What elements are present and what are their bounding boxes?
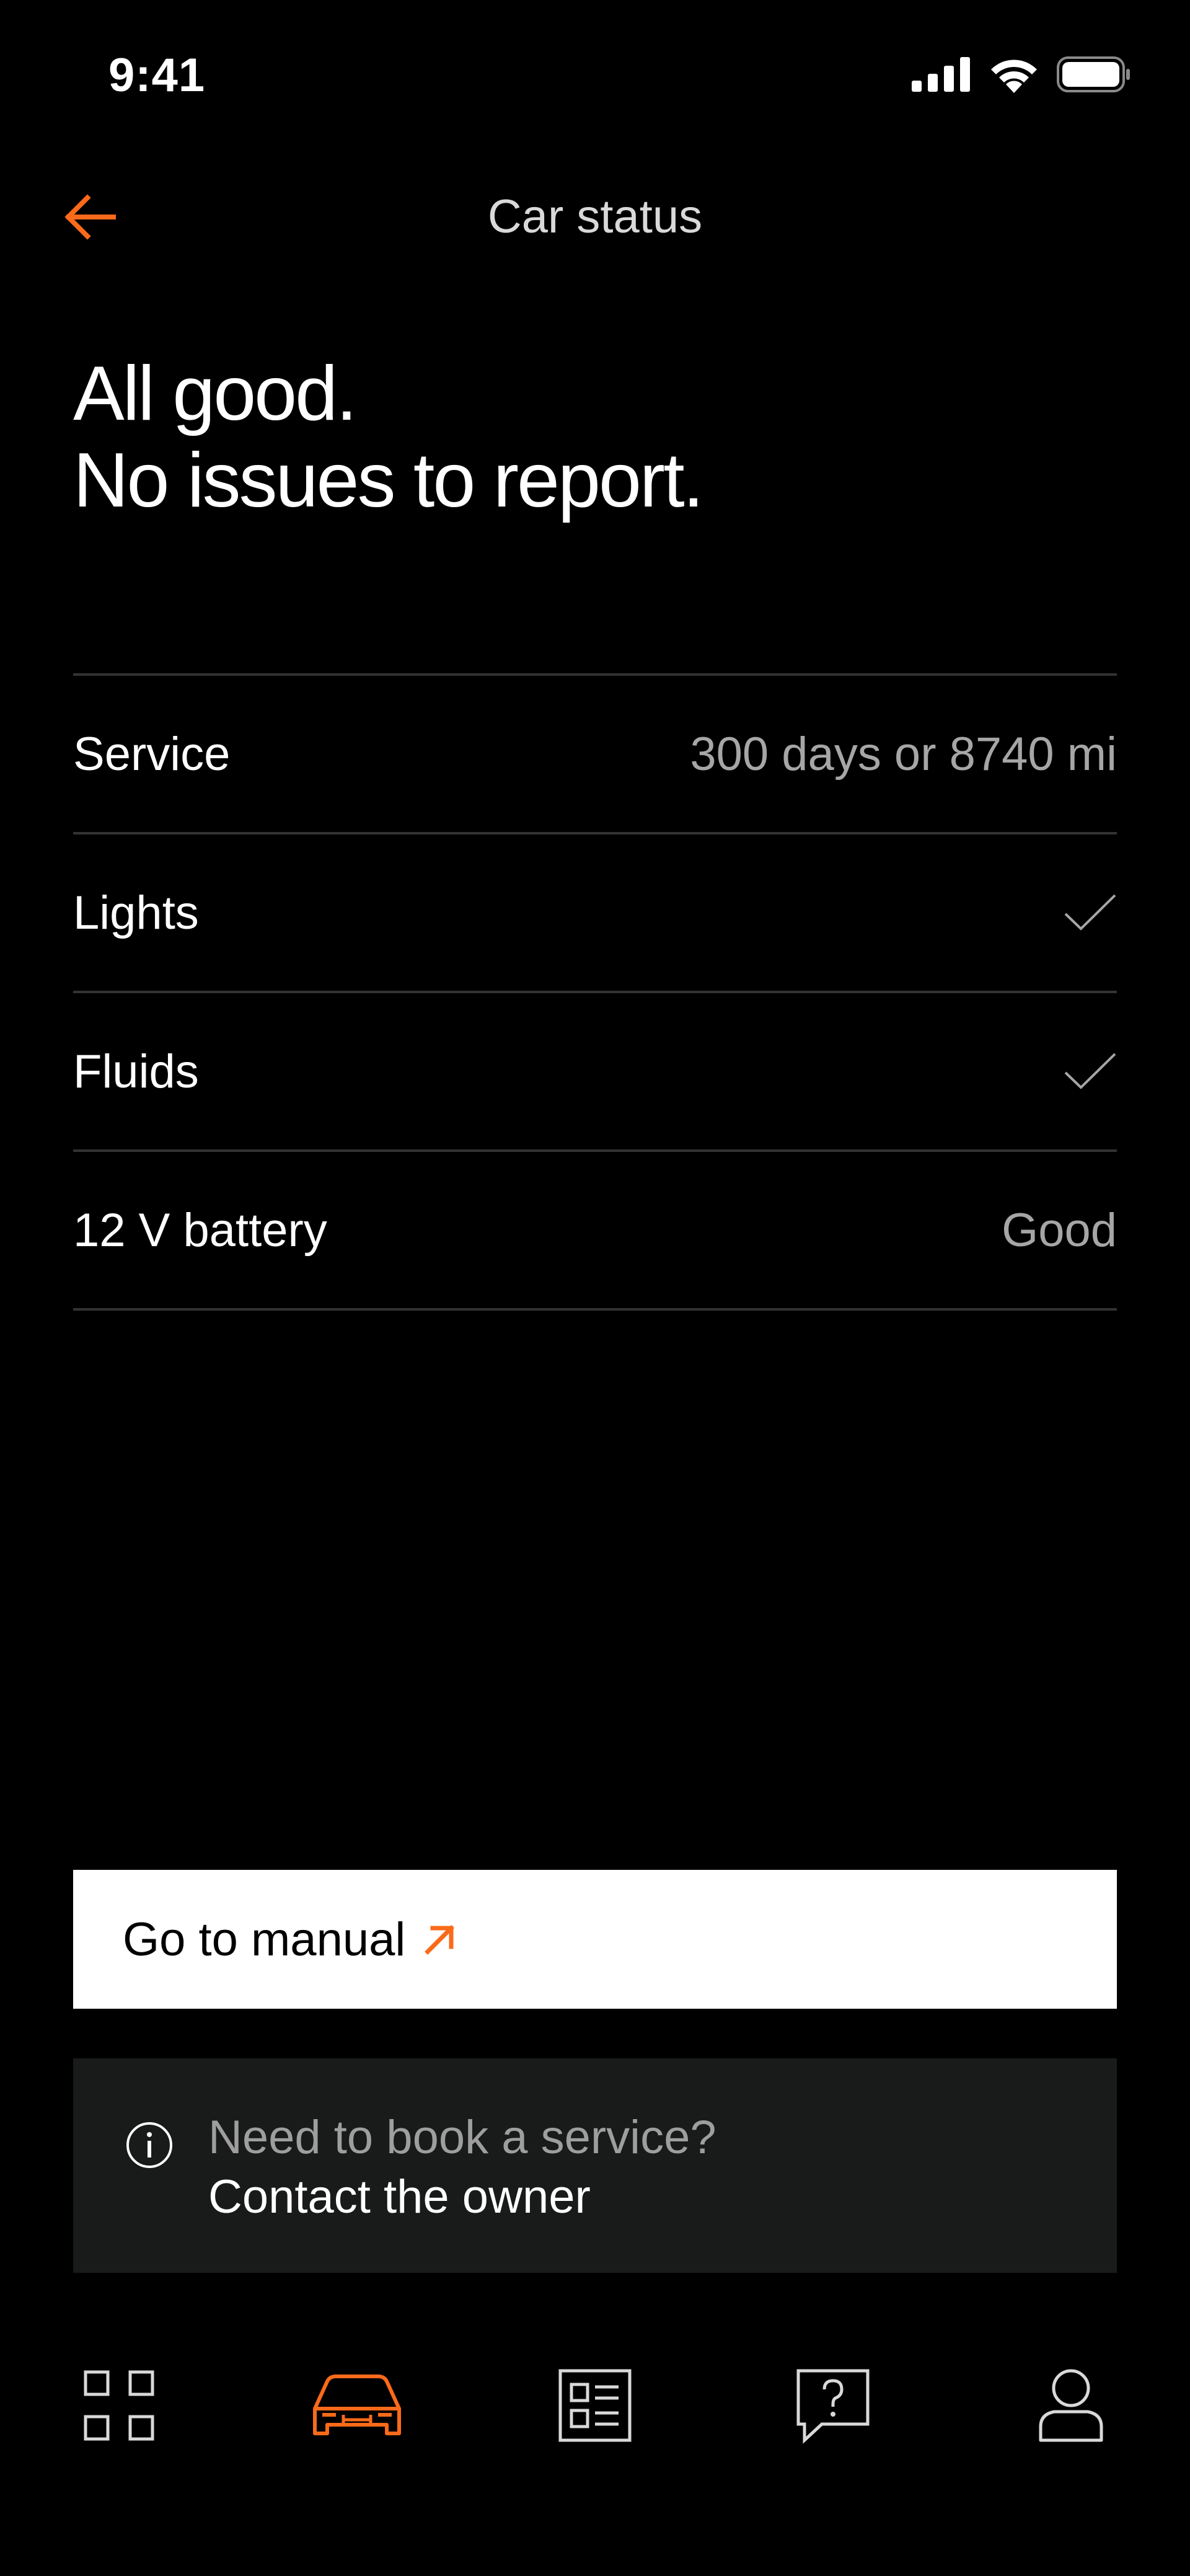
person-icon bbox=[1039, 2369, 1103, 2442]
status-bar: 9:41 bbox=[0, 0, 1190, 149]
status-value: 300 days or 8740 mi bbox=[690, 727, 1117, 781]
status-label: 12 V battery bbox=[73, 1203, 327, 1257]
status-list: Service 300 days or 8740 mi Lights Fluid… bbox=[73, 673, 1117, 1311]
list-icon bbox=[558, 2369, 632, 2442]
headline-line-1: All good. bbox=[73, 351, 358, 436]
cellular-signal-icon bbox=[912, 57, 970, 92]
battery-icon bbox=[1057, 56, 1130, 92]
contact-owner-link[interactable]: Contact the owner bbox=[208, 2167, 716, 2227]
status-value: Good bbox=[1002, 1203, 1117, 1257]
status-headline: All good. No issues to report. bbox=[73, 350, 1127, 524]
grid-icon bbox=[84, 2370, 154, 2441]
nav-item-dashboard[interactable] bbox=[57, 2344, 181, 2468]
info-icon bbox=[126, 2122, 172, 2168]
status-label: Lights bbox=[73, 886, 199, 939]
headline-line-2: No issues to report. bbox=[73, 438, 704, 523]
service-info-card: Need to book a service? Contact the owne… bbox=[73, 2058, 1117, 2273]
nav-item-support[interactable] bbox=[771, 2344, 895, 2468]
status-label: Fluids bbox=[73, 1045, 199, 1098]
status-time: 9:41 bbox=[108, 49, 206, 102]
info-question: Need to book a service? bbox=[208, 2111, 716, 2164]
help-bubble-icon bbox=[796, 2369, 870, 2444]
status-label: Service bbox=[73, 727, 231, 781]
manual-button-label: Go to manual bbox=[123, 1913, 406, 1966]
external-link-arrow-icon bbox=[425, 1925, 455, 1955]
bottom-nav bbox=[0, 2344, 1190, 2468]
check-icon bbox=[1064, 1053, 1116, 1089]
status-icons bbox=[912, 53, 1131, 96]
status-row-service: Service 300 days or 8740 mi bbox=[73, 676, 1117, 834]
status-row-lights: Lights bbox=[73, 834, 1117, 993]
nav-item-profile[interactable] bbox=[1009, 2344, 1133, 2468]
page-title: Car status bbox=[487, 190, 703, 243]
wifi-icon bbox=[991, 60, 1037, 93]
car-icon bbox=[313, 2375, 401, 2435]
info-text: Need to book a service? Contact the owne… bbox=[208, 2108, 716, 2227]
status-row-fluids: Fluids bbox=[73, 993, 1117, 1152]
status-row-battery: 12 V battery Good bbox=[73, 1152, 1117, 1311]
header: Car status bbox=[0, 167, 1190, 260]
check-icon bbox=[1064, 894, 1116, 931]
nav-item-car[interactable] bbox=[295, 2344, 419, 2468]
nav-item-checklist[interactable] bbox=[533, 2344, 657, 2468]
go-to-manual-button[interactable]: Go to manual bbox=[73, 1870, 1117, 2009]
